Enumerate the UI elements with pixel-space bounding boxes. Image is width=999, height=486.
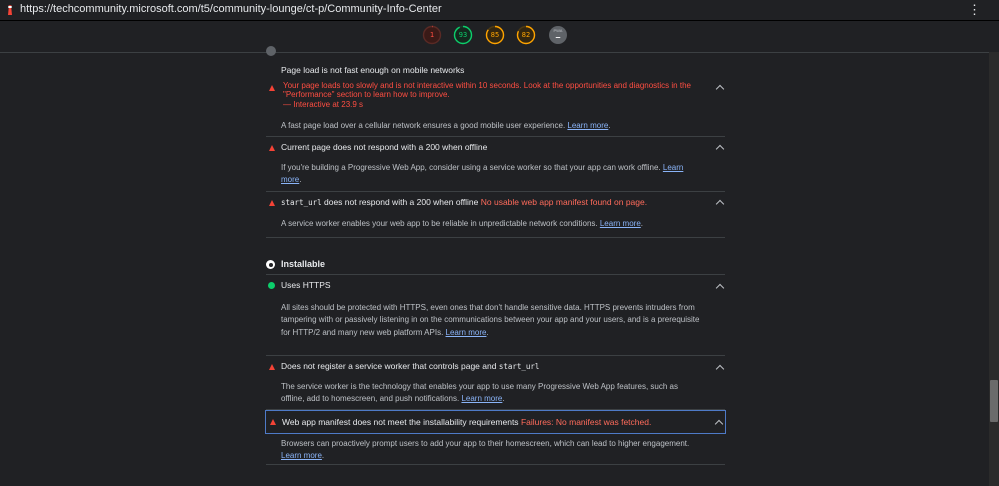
gauge-pwa[interactable]: PWA – bbox=[548, 25, 568, 45]
gauge-best-practices[interactable]: 85 bbox=[485, 25, 505, 45]
scrollbar-thumb[interactable] bbox=[990, 380, 998, 422]
gauge-score: 82 bbox=[521, 31, 531, 39]
chevron-up-icon[interactable] bbox=[715, 84, 725, 94]
audit-description: A fast page load over a cellular network… bbox=[281, 121, 611, 130]
code-start-url: start_url bbox=[281, 198, 322, 207]
description-line: for HTTP/2 and many new web platform API… bbox=[281, 327, 444, 337]
description-text: If you're building a Progressive Web App… bbox=[281, 163, 661, 172]
audit-error: Failures: No manifest was fetched. bbox=[520, 417, 652, 427]
learn-more-link-cont[interactable]: more bbox=[281, 175, 299, 184]
fail-triangle-icon bbox=[269, 85, 275, 91]
gauge-performance[interactable]: 1 bbox=[422, 25, 442, 45]
description-text: Browsers can proactively prompt users to… bbox=[281, 439, 690, 448]
chevron-up-icon[interactable] bbox=[714, 419, 724, 429]
audit-offline-200[interactable]: Current page does not respond with a 200… bbox=[266, 136, 725, 192]
code-start-url: start_url bbox=[498, 362, 540, 371]
fail-triangle-icon bbox=[270, 419, 276, 425]
gauge-score: 93 bbox=[458, 31, 468, 39]
description-line: All sites should be protected with HTTPS… bbox=[281, 303, 695, 312]
description-line: The service worker is the technology tha… bbox=[281, 382, 678, 391]
more-menu-icon[interactable]: ⋮ bbox=[968, 2, 981, 17]
section-installable: Installable bbox=[266, 258, 725, 274]
audit-description: If you're building a Progressive Web App… bbox=[281, 163, 684, 185]
audit-title: Does not register a service worker that … bbox=[281, 361, 539, 371]
audit-list: Page load is not fast enough on mobile n… bbox=[265, 46, 726, 486]
installable-section-icon bbox=[266, 260, 275, 269]
learn-more-link[interactable]: Learn more bbox=[567, 121, 608, 130]
chevron-up-icon[interactable] bbox=[715, 364, 725, 374]
audit-start-url-offline[interactable]: start_url does not respond with a 200 wh… bbox=[266, 191, 725, 238]
learn-more-link[interactable]: Learn more bbox=[281, 451, 322, 460]
audit-description: A service worker enables your web app to… bbox=[281, 219, 644, 228]
title-prefix: Does not register a service worker that … bbox=[281, 361, 499, 371]
lighthouse-icon bbox=[7, 5, 13, 15]
audit-detail: — Interactive at 23.9 s bbox=[283, 100, 364, 109]
title-text: Web app manifest does not meet the insta… bbox=[282, 417, 519, 427]
audit-description: Browsers can proactively prompt users to… bbox=[281, 439, 690, 461]
section-icon-partial bbox=[266, 46, 276, 56]
description-text: A fast page load over a cellular network… bbox=[281, 121, 566, 130]
gauge-pwa-dash: – bbox=[555, 32, 561, 42]
audit-title: Web app manifest does not meet the insta… bbox=[282, 417, 651, 427]
pass-circle-icon bbox=[268, 282, 275, 289]
audit-service-worker[interactable]: Does not register a service worker that … bbox=[266, 354, 725, 410]
audit-manifest-installability[interactable]: Web app manifest does not meet the insta… bbox=[265, 410, 726, 434]
learn-more-link[interactable]: Learn more bbox=[600, 219, 641, 228]
section-title: Installable bbox=[281, 259, 326, 269]
gauge-seo[interactable]: 82 bbox=[516, 25, 536, 45]
description-line: offline, add to homescreen, and push not… bbox=[281, 394, 460, 404]
audit-title: start_url does not respond with a 200 wh… bbox=[281, 197, 647, 207]
audit-title: Uses HTTPS bbox=[281, 280, 331, 290]
gauge-accessibility[interactable]: 93 bbox=[453, 25, 473, 45]
gauge-score: 1 bbox=[429, 31, 435, 39]
chevron-up-icon[interactable] bbox=[715, 283, 725, 293]
title-rest: does not respond with a 200 when offline bbox=[321, 197, 479, 207]
audit-load-fast-mobile[interactable]: Page load is not fast enough on mobile n… bbox=[266, 61, 725, 137]
description-text: A service worker enables your web app to… bbox=[281, 219, 598, 228]
fail-triangle-icon bbox=[269, 200, 275, 206]
score-gauges: 1 93 85 82 PWA – bbox=[0, 21, 999, 53]
learn-more-link[interactable]: Learn bbox=[663, 163, 683, 172]
fail-triangle-icon bbox=[269, 145, 275, 151]
address-bar[interactable]: https://techcommunity.microsoft.com/t5/c… bbox=[0, 0, 999, 21]
description-line: tampering with or passively listening in… bbox=[281, 315, 700, 325]
divider bbox=[266, 464, 725, 465]
audit-error: Your page loads too slowly and is not in… bbox=[283, 81, 691, 99]
chevron-up-icon[interactable] bbox=[715, 144, 725, 154]
audit-description: The service worker is the technology tha… bbox=[281, 382, 678, 404]
audit-error: No usable web app manifest found on page… bbox=[480, 197, 648, 207]
audit-uses-https[interactable]: Uses HTTPS All sites should be protected… bbox=[266, 274, 725, 356]
audit-title: Page load is not fast enough on mobile n… bbox=[281, 65, 465, 75]
audit-title: Current page does not respond with a 200… bbox=[281, 142, 488, 152]
fail-triangle-icon bbox=[269, 364, 275, 370]
chevron-up-icon[interactable] bbox=[715, 199, 725, 209]
learn-more-link[interactable]: Learn more bbox=[461, 394, 502, 403]
gauge-score: 85 bbox=[490, 31, 500, 39]
url-text[interactable]: https://techcommunity.microsoft.com/t5/c… bbox=[20, 3, 442, 15]
learn-more-link[interactable]: Learn more bbox=[446, 328, 487, 337]
audit-description: All sites should be protected with HTTPS… bbox=[281, 303, 700, 337]
